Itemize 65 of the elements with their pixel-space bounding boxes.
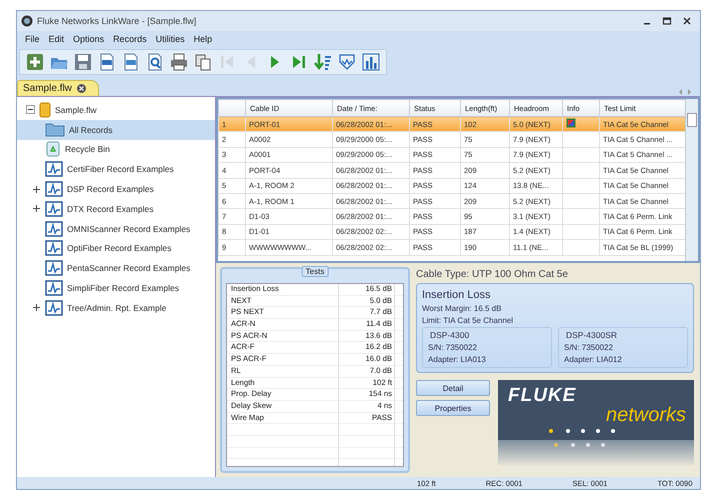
app-logo-icon <box>21 15 33 27</box>
close-icon[interactable] <box>76 84 86 93</box>
menu-item[interactable]: Help <box>194 34 212 46</box>
graph-icon <box>45 200 63 217</box>
limit-text: Limit: TIA Cat 5e Channel <box>422 316 514 325</box>
close-icon[interactable] <box>682 16 692 26</box>
printer-icon[interactable] <box>170 53 188 71</box>
logo-text: networks <box>606 405 686 425</box>
maximize-icon[interactable] <box>662 16 672 26</box>
menu-item[interactable]: Options <box>73 34 104 46</box>
graph-icon <box>45 161 63 178</box>
bar-chart-icon[interactable] <box>362 53 380 71</box>
menu-item[interactable]: Records <box>113 34 147 46</box>
tree-item[interactable]: OptiFiber Record Examples <box>67 243 172 254</box>
tree-item[interactable]: Recycle Bin <box>65 144 110 154</box>
unit-model: DSP-4300SR <box>564 330 620 340</box>
tree-item[interactable]: Sample.flw <box>55 104 97 115</box>
sort-icon[interactable] <box>314 53 332 71</box>
add-icon[interactable] <box>26 53 44 71</box>
serial-number: S/N: 7350022 <box>564 343 614 352</box>
window-title: Fluke Networks LinkWare - [Sample.flw] <box>37 16 196 26</box>
unit-model: DSP-4300 <box>428 330 472 340</box>
graph-icon <box>45 240 63 256</box>
document-tab[interactable]: Sample.flw <box>17 80 99 96</box>
graph-icon <box>45 181 63 198</box>
tree-item[interactable]: DSP Record Examples <box>67 184 154 194</box>
dots-icon <box>548 428 618 434</box>
collapse-icon[interactable] <box>25 105 35 114</box>
menu-item[interactable]: Utilities <box>156 34 185 46</box>
menu-item[interactable]: File <box>25 34 40 46</box>
menu-item[interactable]: Edit <box>48 34 64 46</box>
worst-margin: Worst Margin: 16.5 dB <box>422 304 502 313</box>
last-icon[interactable] <box>290 53 308 71</box>
database-icon <box>39 102 51 118</box>
tree-item[interactable]: Tree/Admin. Rpt. Example <box>67 302 166 313</box>
tree-item[interactable]: SimpliFiber Record Examples <box>67 283 179 294</box>
expand-icon[interactable] <box>32 205 40 212</box>
serial-number: S/N: 7350022 <box>428 343 478 352</box>
graph-icon <box>45 280 63 296</box>
document-icon[interactable] <box>122 53 140 71</box>
graph-icon <box>45 300 63 316</box>
tree-item[interactable]: CertiFiber Record Examples <box>67 164 174 174</box>
cable-type: Cable Type: UTP 100 Ohm Cat 5e <box>416 269 569 280</box>
adapter-text: Adapter: LIA013 <box>428 355 487 364</box>
panel-title: Tests <box>302 266 328 277</box>
graph-icon <box>45 220 63 237</box>
recycle-bin-icon <box>45 141 61 158</box>
logo-text: FLUKE <box>508 386 578 405</box>
search-icon[interactable] <box>146 53 164 71</box>
expand-icon[interactable] <box>32 304 40 312</box>
tree-item[interactable]: PentaScanner Record Examples <box>67 263 190 274</box>
result-heading: Insertion Loss <box>422 289 492 301</box>
folder-icon <box>45 122 65 138</box>
copy-icon[interactable] <box>194 53 212 71</box>
action-button[interactable]: Properties <box>416 400 490 416</box>
document-icon[interactable] <box>98 53 116 71</box>
tree-item[interactable]: OMNIScanner Record Examples <box>67 224 190 234</box>
action-button[interactable]: Detail <box>416 380 490 396</box>
graph-icon <box>45 260 63 276</box>
expand-icon[interactable] <box>32 186 40 193</box>
tree-item[interactable]: DTX Record Examples <box>67 204 154 214</box>
adapter-text: Adapter: LIA012 <box>564 355 623 364</box>
save-icon[interactable] <box>74 53 92 71</box>
scrollbar[interactable] <box>685 99 698 261</box>
tree-item[interactable]: All Records <box>69 124 112 135</box>
